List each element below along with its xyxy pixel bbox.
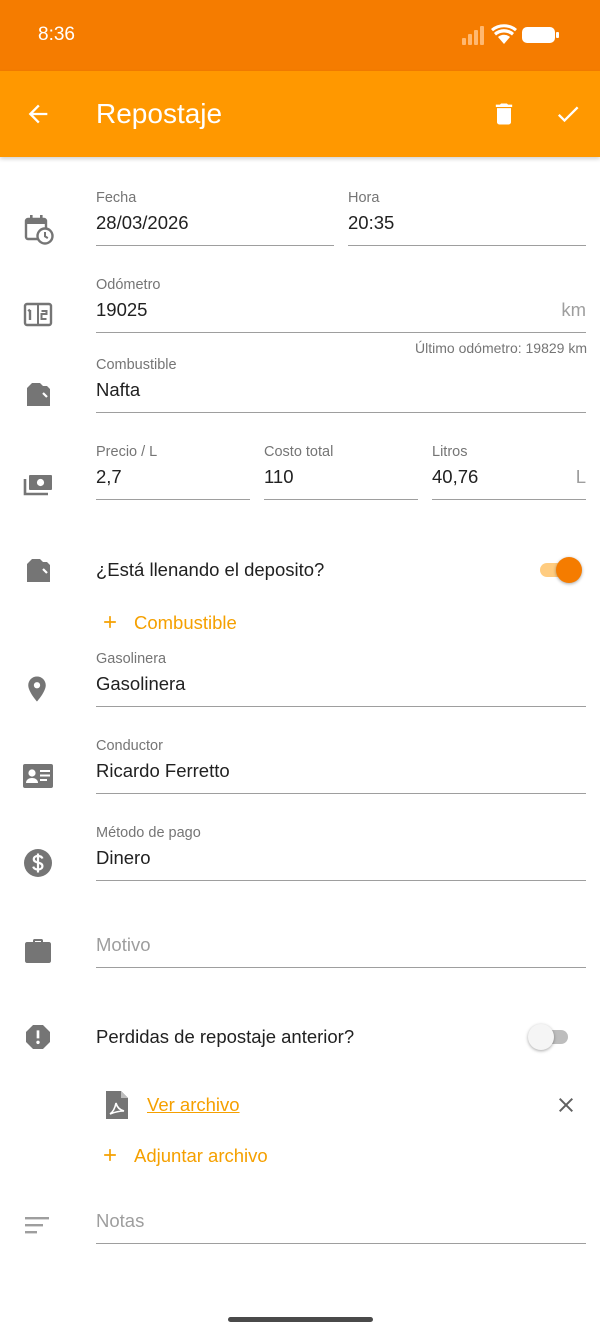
page-title: Repostaje [96,98,223,129]
system-status-icons [462,24,559,45]
notes-underline [96,1243,586,1244]
attach-file-label: Adjuntar archivo [134,1145,268,1166]
payment-method-value: Dinero [96,847,151,868]
check-icon[interactable] [553,100,583,128]
driver-underline [96,793,586,794]
wifi-icon [491,24,517,44]
app-bar: Repostaje [0,71,600,157]
fuel-type-value: Nafta [96,379,141,400]
date-value: 28/03/2026 [96,212,189,233]
signal-icon [462,26,484,45]
driver-label: Conductor [96,738,163,754]
odometer-helper-text: Último odómetro: 19829 km [415,340,587,356]
liters-underline [432,499,586,500]
home-indicator[interactable] [228,1317,373,1322]
payment-method-label: Método de pago [96,825,201,841]
briefcase-icon [22,935,54,967]
pdf-file-icon [106,1091,128,1119]
add-fuel-label: Combustible [134,612,237,633]
total-cost-label: Costo total [264,444,334,460]
fuel-type-label: Combustible [96,357,177,373]
gas-station-value: Gasolinera [96,673,186,694]
price-label: Precio / L [96,444,158,460]
liters-unit: L [575,466,586,487]
dollar-circle-icon [22,847,54,879]
time-underline [348,245,586,246]
payment-method-field[interactable]: Método de pago Dinero [96,825,586,881]
cash-icon [22,469,54,501]
back-arrow-icon[interactable] [24,100,52,128]
notes-icon [22,1210,54,1242]
status-bar: 8:36 [0,0,600,71]
previous-loss-label: Perdidas de repostaje anterior? [96,1026,355,1047]
calendar-clock-icon [22,213,54,245]
liters-value: 40,76 [432,466,479,487]
switch-thumb [556,557,582,583]
price-value: 2,7 [96,466,122,487]
id-card-icon [22,760,54,792]
date-field[interactable]: Fecha 28/03/2026 [96,190,334,246]
plus-icon [104,616,116,628]
total-cost-underline [264,499,418,500]
close-icon[interactable] [554,1093,578,1117]
price-per-liter-field[interactable]: Precio / L 2,7 [96,444,250,500]
reason-field[interactable]: Motivo [96,912,586,968]
view-file-link[interactable]: Ver archivo [147,1094,240,1116]
gas-station-field[interactable]: Gasolinera Gasolinera [96,651,586,707]
add-fuel-button[interactable]: Combustible [96,610,276,640]
reason-underline [96,967,586,968]
payment-method-underline [96,880,586,881]
liters-field[interactable]: Litros 40,76 L [432,444,586,500]
location-pin-icon [22,674,54,706]
liters-label: Litros [432,444,468,460]
date-label: Fecha [96,190,137,206]
trash-icon[interactable] [490,99,518,129]
alert-octagon-icon [22,1021,54,1053]
battery-icon [522,27,559,43]
fuel-type-underline [96,412,586,413]
time-value: 20:35 [348,212,395,233]
gas-station-label: Gasolinera [96,651,167,667]
status-time: 8:36 [38,24,75,45]
full-tank-label: ¿Está llenando el deposito? [96,559,325,580]
fuel-can-icon [22,554,54,586]
odometer-underline [96,332,586,333]
fuel-can-icon [22,378,54,410]
time-label: Hora [348,190,380,206]
total-cost-value: 110 [264,466,294,487]
full-tank-switch[interactable] [536,555,582,583]
odometer-unit: km [561,299,586,320]
driver-value: Ricardo Ferretto [96,760,230,781]
switch-thumb [528,1024,554,1050]
fuel-type-field[interactable]: Combustible Nafta [96,357,586,413]
attach-file-button[interactable]: Adjuntar archivo [96,1143,316,1173]
total-cost-field[interactable]: Costo total 110 [264,444,418,500]
gas-station-underline [96,706,586,707]
driver-field[interactable]: Conductor Ricardo Ferretto [96,738,586,794]
price-underline [96,499,250,500]
date-underline [96,245,334,246]
odometer-label: Odómetro [96,277,161,293]
previous-loss-switch[interactable] [528,1022,574,1050]
time-field[interactable]: Hora 20:35 [348,190,586,246]
odometer-value: 19025 [96,299,148,320]
notes-placeholder: Notas [96,1210,145,1231]
odometer-icon [22,299,54,331]
notes-field[interactable]: Notas [96,1188,586,1244]
odometer-field[interactable]: Odómetro 19025 km [96,277,586,333]
reason-placeholder: Motivo [96,934,151,955]
plus-icon [104,1149,116,1161]
